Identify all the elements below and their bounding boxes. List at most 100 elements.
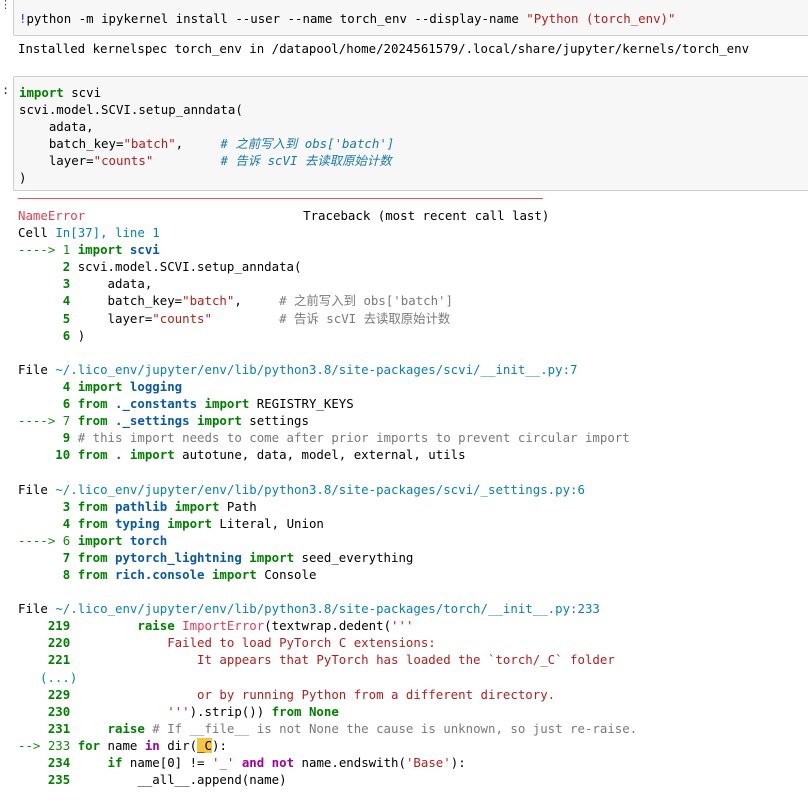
trace-line: 4 import logging	[18, 378, 798, 395]
cell-code[interactable]: !python -m ipykernel install --user --na…	[19, 10, 675, 27]
line-number: 3	[18, 276, 78, 292]
keyword: from	[77, 549, 108, 565]
code-text: ,	[175, 136, 221, 151]
keyword: from	[77, 396, 108, 412]
file-path-link[interactable]: ~/.lico_env/jupyter/env/lib/python3.8/si…	[55, 482, 585, 497]
current-line-arrow: ----> 7	[18, 413, 78, 429]
line-number: 6	[18, 396, 78, 412]
line-number: 230	[18, 703, 78, 719]
comment: # 之前写入到 obs['batch']	[220, 136, 395, 151]
code-text: name.endswith(	[294, 755, 406, 770]
code-text: dir(	[159, 737, 198, 753]
code-cell-install[interactable]: !python -m ipykernel install --user --na…	[13, 0, 808, 36]
code-text: ).strip())	[189, 703, 272, 719]
trace-line: 221 It appears that PyTorch has loaded t…	[18, 651, 798, 668]
keyword: raise	[107, 720, 145, 736]
cell-code[interactable]: import scvi scvi.model.SCVI.setup_anndat…	[19, 84, 394, 186]
module-name: pytorch_lightning	[107, 549, 242, 565]
trace-line: 3 adata,	[18, 275, 798, 292]
code-line: adata,	[19, 119, 94, 134]
code-text: Console	[256, 566, 317, 582]
code-text: scvi	[63, 85, 102, 100]
trace-ellipsis: (...)	[18, 669, 798, 686]
code-text: )	[77, 327, 86, 343]
keyword: import	[77, 242, 123, 258]
line-number: 10	[18, 447, 78, 463]
line-number: 231	[18, 720, 78, 736]
comment: # 之前写入到 obs['batch']	[279, 293, 453, 309]
keyword: from	[271, 703, 302, 719]
code-text: layer=	[77, 310, 153, 326]
line-number: 4	[18, 293, 78, 309]
comment: # 告诉 scVI 去读取原始计数	[279, 310, 451, 326]
module-name: rich.console	[107, 566, 205, 582]
code-cell-scvi[interactable]: import scvi scvi.model.SCVI.setup_anndat…	[13, 76, 808, 191]
code-text: (textwrap.dedent(	[264, 618, 392, 634]
code-text: name[0] !=	[122, 755, 212, 770]
file-path-link[interactable]: ~/.lico_env/jupyter/env/lib/python3.8/si…	[55, 601, 600, 616]
line-number: 219	[18, 618, 78, 634]
file-label: File	[18, 361, 56, 377]
trace-line: 234 if name[0] != '_' and not name.endsw…	[18, 754, 798, 771]
error-name: NameError	[18, 208, 86, 223]
keyword: import	[197, 396, 250, 412]
keyword: import	[159, 515, 212, 531]
keyword: import	[19, 85, 64, 100]
current-line-arrow: ----> 1	[18, 242, 78, 258]
code-text: scvi.model.SCVI.setup_anndata(	[77, 259, 302, 275]
trace-line: 6 )	[18, 327, 798, 344]
line-number: 234	[18, 755, 78, 770]
keyword: not	[264, 755, 295, 770]
current-line-arrow: ----> 6	[18, 532, 78, 548]
keyword: from	[77, 515, 108, 531]
keyword: import	[167, 498, 220, 514]
frame-file-header: File ~/.lico_env/jupyter/env/lib/python3…	[18, 600, 798, 617]
trace-line: 7 from pytorch_lightning import seed_eve…	[18, 549, 798, 566]
comment: # 告诉 scVI 去读取原始计数	[220, 153, 392, 168]
code-text: autotune, data, model, external, utils	[174, 447, 466, 463]
string: '_'	[211, 755, 235, 770]
shell-command: python -m ipykernel install --user --nam…	[26, 11, 527, 26]
module-name: typing	[107, 515, 160, 531]
file-label: File	[18, 601, 56, 617]
module-name: logging	[122, 378, 183, 394]
keyword: and	[234, 755, 265, 770]
frame-file-header: File ~/.lico_env/jupyter/env/lib/python3…	[18, 481, 798, 498]
code-line: )	[19, 170, 27, 185]
traceback-separator	[18, 198, 543, 199]
cell-location: In[37], line 1	[55, 225, 160, 241]
line-number: 220	[18, 635, 78, 651]
code-text: batch_key=	[19, 136, 124, 151]
cell-reference: Cell In[37], line 1	[18, 224, 798, 241]
code-text: ,	[234, 293, 280, 309]
code-text: REGISTRY_KEYS	[249, 396, 354, 412]
traceback-header: NameError Traceback (most recent call las…	[18, 207, 798, 224]
display-name-string: "Python (torch_env)"	[526, 11, 676, 26]
string: '''	[391, 618, 414, 634]
code-text: seed_everything	[294, 549, 414, 565]
line-number: 229	[18, 686, 78, 702]
code-text: layer=	[19, 153, 94, 168]
code-text: adata,	[77, 276, 153, 292]
line-number: 6	[18, 327, 78, 343]
line-number: 2	[18, 259, 78, 275]
traceback-title: Traceback (most recent call last)	[303, 208, 550, 223]
keyword: from	[77, 498, 108, 514]
code-text: ):	[212, 737, 227, 753]
file-path-link[interactable]: ~/.lico_env/jupyter/env/lib/python3.8/si…	[55, 362, 577, 377]
keyword: import	[77, 532, 123, 548]
trace-line: 8 from rich.console import Console	[18, 566, 798, 583]
cell-prompt: :	[2, 83, 10, 97]
trace-line: 2 scvi.model.SCVI.setup_anndata(	[18, 258, 798, 275]
keyword: raise	[137, 618, 175, 634]
trace-line: 4 batch_key="batch", # 之前写入到 obs['batch'…	[18, 292, 798, 309]
code-text: __all__.append(name)	[77, 772, 287, 788]
trace-line: 9 # this import needs to come after prio…	[18, 429, 798, 446]
comment: # If __file__ is not None the cause is u…	[144, 720, 638, 736]
comment: # this import needs to come after prior …	[77, 430, 630, 446]
line-number: 4	[18, 378, 78, 394]
line-number: 9	[18, 430, 78, 446]
code-text: name	[100, 737, 145, 753]
